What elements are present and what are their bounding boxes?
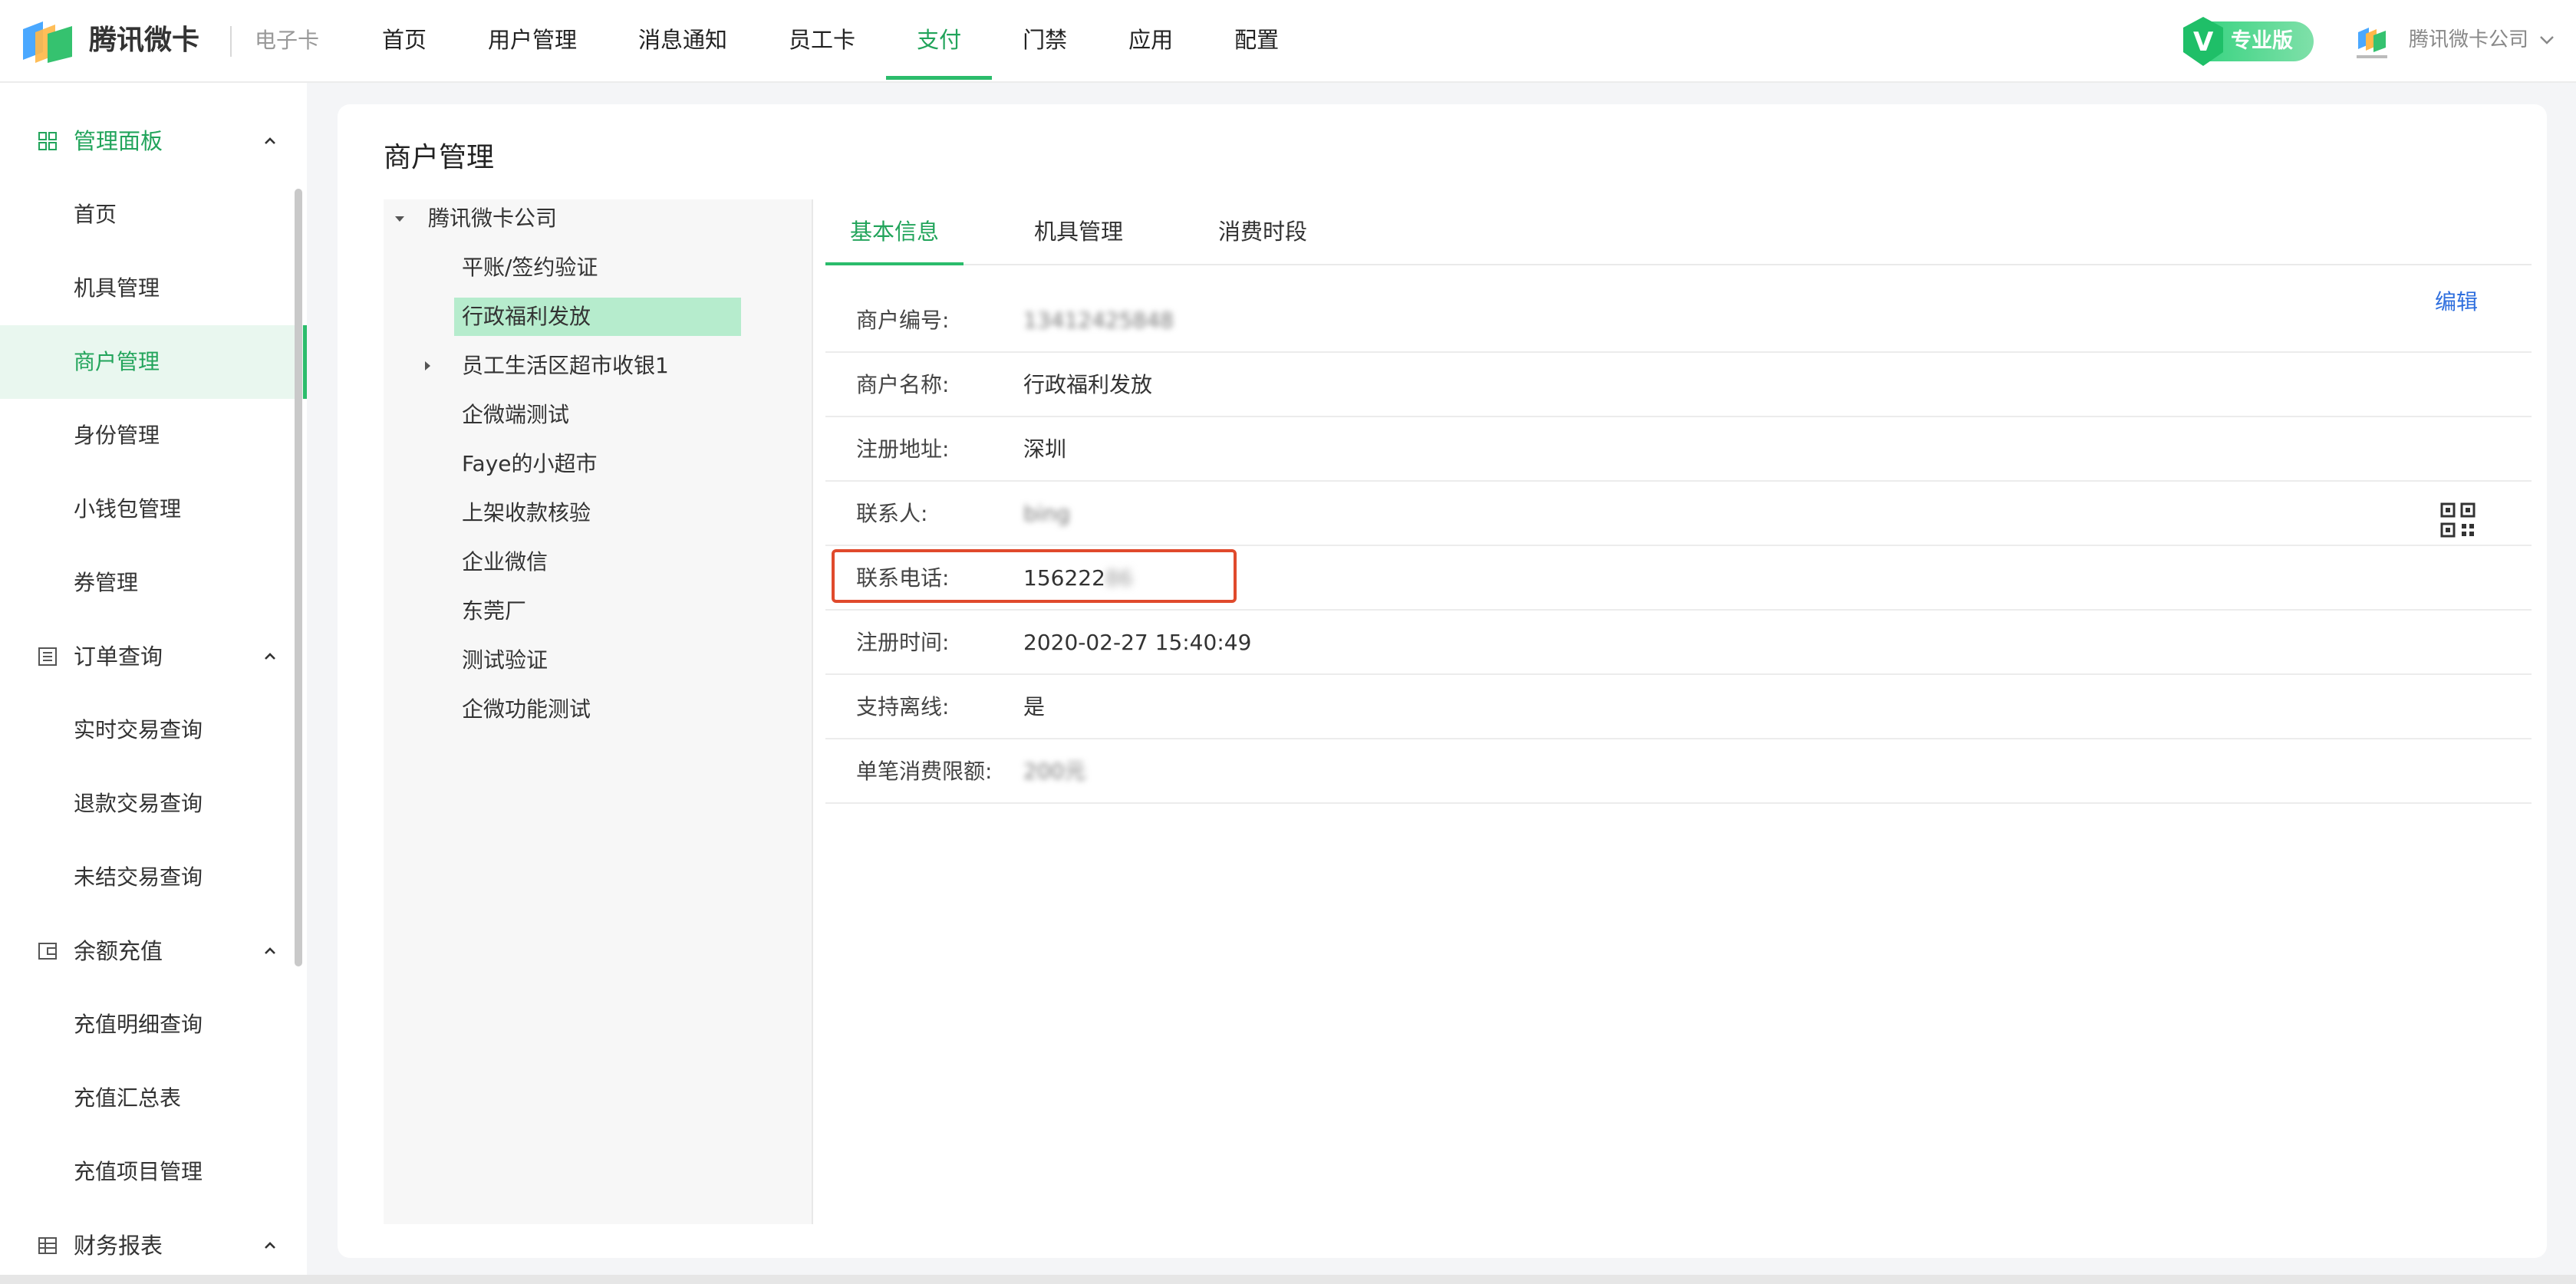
tree-node[interactable]: 企微端测试 (454, 396, 580, 434)
sidebar-item-wallet[interactable]: 小钱包管理 (0, 472, 307, 546)
pro-version-label: 专业版 (2231, 29, 2293, 53)
company-logo-icon (2357, 28, 2387, 58)
tab-basic-info[interactable]: 基本信息 (825, 199, 964, 265)
nav-employee-card[interactable]: 员工卡 (758, 0, 886, 80)
info-row-contact: 联系人: bing (825, 482, 2532, 546)
contact-value: bing (1023, 501, 1071, 526)
grid-icon (38, 132, 57, 150)
tencent-weika-logo-icon (23, 21, 72, 63)
caret-right-icon[interactable] (420, 359, 434, 373)
merchant-id-value: 13412425848 (1023, 308, 1174, 333)
register-time-value: 2020-02-27 15:40:49 (1023, 630, 1252, 655)
info-row-offline: 支持离线: 是 (825, 675, 2532, 739)
tree-node-selected[interactable]: 行政福利发放 (454, 298, 741, 336)
sidebar-item-merchants[interactable]: 商户管理 (0, 325, 307, 399)
main-card: 商户管理 腾讯微卡公司 平账/签约验证 行政福利发放 员工生活区超市收银1 企微… (338, 104, 2547, 1258)
info-row-register-time: 注册时间: 2020-02-27 15:40:49 (825, 611, 2532, 675)
sidebar-group-orders[interactable]: 订单查询 (0, 620, 292, 693)
merchant-tree: 腾讯微卡公司 平账/签约验证 行政福利发放 员工生活区超市收银1 企微端测试 F… (384, 199, 813, 1224)
nav-payment[interactable]: 支付 (886, 0, 993, 80)
tree-node[interactable]: 企业微信 (454, 543, 558, 581)
tree-node[interactable]: 员工生活区超市收银1 (454, 347, 680, 385)
tab-device-management[interactable]: 机具管理 (1010, 199, 1148, 264)
sidebar-group-finance-reports[interactable]: 财务报表 (0, 1209, 292, 1282)
sidebar-item-devices[interactable]: 机具管理 (0, 252, 307, 325)
table-icon (38, 1237, 57, 1254)
sidebar-scrollbar[interactable] (295, 189, 302, 966)
nav-settings[interactable]: 配置 (1204, 0, 1309, 80)
detail-tabs: 基本信息 机具管理 消费时段 (825, 199, 2532, 265)
sidebar-item-recharge-details[interactable]: 充值明细查询 (0, 988, 307, 1062)
svg-text:V: V (2193, 27, 2214, 58)
sidebar-item-unsettled-transactions[interactable]: 未结交易查询 (0, 841, 307, 914)
brand-subtitle: 电子卡 (255, 28, 320, 53)
nav-home[interactable]: 首页 (351, 0, 457, 80)
nav-apps[interactable]: 应用 (1098, 0, 1204, 80)
wallet-icon (38, 943, 57, 960)
sidebar-group-dashboard[interactable]: 管理面板 (0, 104, 292, 178)
tree-root-node[interactable]: 腾讯微卡公司 (428, 199, 557, 238)
single-limit-value: 200元 (1023, 759, 1086, 784)
sidebar-item-coupons[interactable]: 券管理 (0, 546, 307, 620)
address-value: 深圳 (1023, 436, 1067, 462)
brand-divider (230, 26, 232, 57)
nav-user-management[interactable]: 用户管理 (457, 0, 608, 80)
top-header: 腾讯微卡 电子卡 首页 用户管理 消息通知 员工卡 支付 门禁 应用 配置 V … (0, 0, 2576, 83)
chevron-up-icon (265, 653, 275, 660)
tab-consumption-periods[interactable]: 消费时段 (1194, 199, 1332, 264)
phone-highlight-box (832, 549, 1237, 603)
chevron-up-icon (265, 947, 275, 954)
sidebar-group-label: 管理面板 (74, 128, 163, 154)
tree-node[interactable]: 测试验证 (454, 641, 558, 680)
sidebar-item-refund-transactions[interactable]: 退款交易查询 (0, 767, 307, 841)
tree-node[interactable]: 东莞厂 (454, 592, 537, 630)
offline-value: 是 (1023, 694, 1046, 719)
brand-name: 腾讯微卡 (89, 25, 200, 56)
tree-node[interactable]: 企微功能测试 (454, 690, 601, 729)
info-row-merchant-id: 商户编号: 13412425848 (825, 288, 2532, 353)
qr-code-icon[interactable] (2439, 502, 2476, 538)
chevron-up-icon (265, 1242, 275, 1249)
tree-node[interactable]: 平账/签约验证 (454, 249, 608, 287)
sidebar-group-recharge[interactable]: 余额充值 (0, 914, 292, 988)
sidebar-item-realtime-transactions[interactable]: 实时交易查询 (0, 693, 307, 767)
company-switcher[interactable]: 腾讯微卡公司 (2409, 23, 2528, 57)
merchant-name-value: 行政福利发放 (1023, 372, 1153, 397)
sidebar-item-home[interactable]: 首页 (0, 178, 307, 252)
sidebar-group-label: 财务报表 (74, 1233, 163, 1259)
chevron-down-icon[interactable] (2538, 31, 2556, 49)
sidebar-item-recharge-projects[interactable]: 充值项目管理 (0, 1135, 307, 1209)
nav-notifications[interactable]: 消息通知 (608, 0, 758, 80)
top-nav: 首页 用户管理 消息通知 员工卡 支付 门禁 应用 配置 (351, 0, 1309, 81)
sidebar: 管理面板 首页 机具管理 商户管理 身份管理 小钱包管理 券管理 订单查询 实时… (0, 83, 307, 1284)
caret-down-icon[interactable] (393, 212, 407, 226)
info-row-single-limit: 单笔消费限额: 200元 (825, 739, 2532, 804)
tree-node[interactable]: 上架收款核验 (454, 494, 601, 532)
nav-access-control[interactable]: 门禁 (992, 0, 1098, 80)
sidebar-item-identity[interactable]: 身份管理 (0, 399, 307, 472)
info-row-address: 注册地址: 深圳 (825, 417, 2532, 482)
sidebar-group-label: 余额充值 (74, 938, 163, 964)
window-bottom-edge (0, 1275, 2576, 1284)
v-shield-icon: V (2183, 17, 2223, 66)
page-title: 商户管理 (384, 142, 495, 173)
list-icon (38, 647, 57, 666)
sidebar-item-recharge-summary[interactable]: 充值汇总表 (0, 1062, 307, 1135)
tree-node[interactable]: Faye的小超市 (454, 445, 608, 483)
sidebar-group-label: 订单查询 (74, 644, 163, 670)
pro-version-badge[interactable]: V 专业版 (2183, 17, 2314, 66)
info-row-merchant-name: 商户名称: 行政福利发放 (825, 353, 2532, 417)
chevron-up-icon (265, 137, 275, 144)
